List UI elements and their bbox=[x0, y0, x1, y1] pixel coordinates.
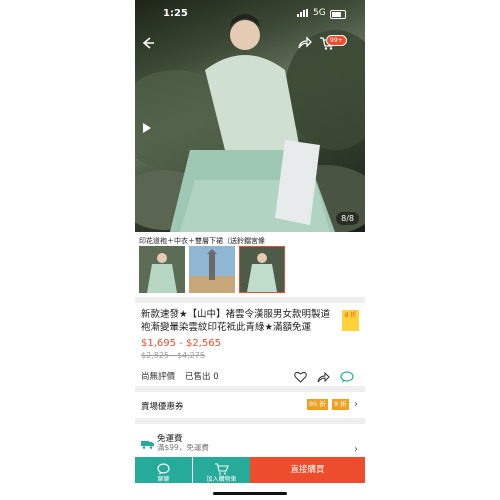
chat-button[interactable]: 聊聊 bbox=[135, 457, 192, 483]
status-bar: 1:25 5G bbox=[135, 6, 365, 22]
section-divider bbox=[135, 386, 365, 392]
share-icon[interactable] bbox=[297, 36, 312, 53]
product-image-carousel[interactable]: 1:25 5G 99+ 8/8 bbox=[135, 0, 365, 232]
variant-thumb[interactable] bbox=[139, 246, 185, 293]
chat-button-label: 聊聊 bbox=[157, 476, 170, 483]
chevron-right-icon: › bbox=[354, 399, 358, 410]
network-label: 5G bbox=[313, 8, 326, 18]
chat-icon[interactable] bbox=[340, 368, 354, 387]
phone-screen: 1:25 5G 99+ 8/8 印花道袍＋中衣＋雙層下裙（送鈴鐺宮絛 新款速發★… bbox=[135, 0, 365, 500]
original-price: $2,825 - $4,275 bbox=[141, 351, 205, 360]
sold-count: 已售出 0 bbox=[185, 372, 219, 382]
section-divider bbox=[135, 418, 365, 424]
bottom-action-bar: 聊聊 加入購物車 直接購買 bbox=[135, 457, 365, 483]
truck-icon bbox=[141, 434, 154, 453]
add-to-cart-label: 加入購物車 bbox=[206, 476, 237, 483]
variant-title: 印花道袍＋中衣＋雙層下裙（送鈴鐺宮絛 bbox=[139, 237, 265, 245]
voucher-tag: 9 折 bbox=[332, 399, 349, 410]
image-counter: 8/8 bbox=[336, 212, 359, 225]
rating-text: 尚無評價 bbox=[141, 372, 176, 382]
cart-count-badge: 99+ bbox=[326, 35, 347, 46]
discount-badge: 8 折 bbox=[342, 310, 359, 331]
status-time: 1:25 bbox=[163, 8, 188, 19]
video-play-icon[interactable] bbox=[142, 121, 152, 137]
add-to-cart-button[interactable]: 加入購物車 bbox=[193, 457, 250, 483]
buy-now-button[interactable]: 直接購買 bbox=[250, 457, 365, 483]
voucher-tag: 95 折 bbox=[307, 399, 328, 410]
variant-thumb[interactable] bbox=[189, 246, 235, 293]
variant-thumb-selected[interactable] bbox=[239, 246, 285, 293]
product-price: $1,695 - $2,565 bbox=[141, 338, 221, 349]
shipping-subtext: 滿$99，免運費 bbox=[157, 443, 209, 452]
back-arrow-icon[interactable] bbox=[141, 36, 155, 53]
signal-icon bbox=[297, 9, 309, 20]
voucher-label: 賣場優惠券 bbox=[141, 402, 184, 412]
product-title: 新款速發★【山中】褚雲令漢服男女款明製道袍漸變暈染雲紋印花袛此青綠★滿額免運 bbox=[141, 309, 331, 333]
home-indicator bbox=[213, 492, 287, 495]
heart-icon[interactable] bbox=[294, 368, 307, 387]
battery-icon bbox=[330, 10, 346, 19]
chevron-right-icon: › bbox=[354, 444, 358, 455]
share-icon[interactable] bbox=[317, 368, 330, 387]
section-divider bbox=[135, 297, 365, 303]
